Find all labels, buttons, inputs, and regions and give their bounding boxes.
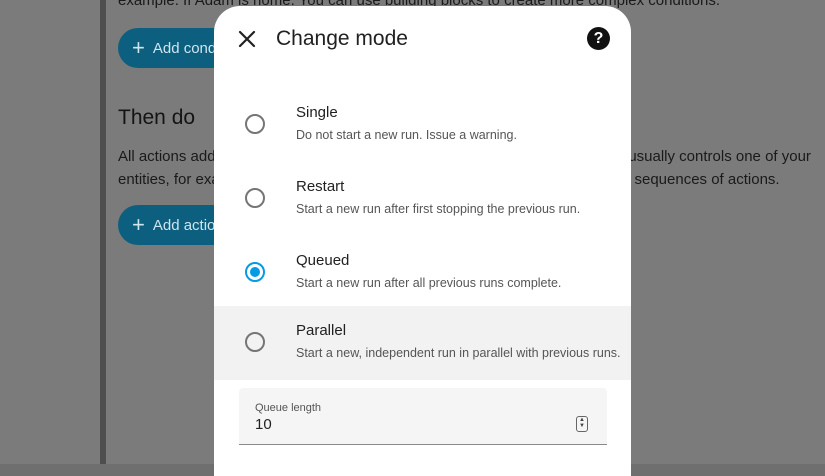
dialog-title: Change mode: [276, 27, 408, 50]
then-do-heading: Then do: [118, 106, 196, 129]
option-description: Start a new run after all previous runs …: [296, 276, 562, 290]
radio-queued[interactable]: [245, 262, 265, 282]
option-description: Do not start a new run. Issue a warning.: [296, 128, 517, 142]
dialog-header: Change mode ?: [214, 6, 631, 72]
close-button[interactable]: [234, 26, 260, 52]
radio-single[interactable]: [245, 114, 265, 134]
sidebar-divider: [100, 0, 106, 464]
option-label: Parallel: [296, 322, 347, 339]
option-label: Restart: [296, 178, 345, 195]
help-icon[interactable]: ?: [587, 27, 610, 50]
close-icon: [238, 30, 256, 48]
option-label: Queued: [296, 252, 350, 269]
option-description: Start a new, independent run in parallel…: [296, 346, 621, 360]
change-mode-dialog: Change mode ? Single Do not start a new …: [214, 6, 631, 476]
plus-icon: +: [132, 212, 145, 237]
option-label: Single: [296, 104, 338, 121]
stepper-icon[interactable]: ▲ ▼: [576, 416, 588, 432]
mode-option-single[interactable]: Single Do not start a new run. Issue a w…: [214, 88, 631, 162]
queue-length-field[interactable]: Queue length ▲▼: [239, 388, 607, 445]
plus-icon: +: [132, 35, 145, 60]
mode-option-queued[interactable]: Queued Start a new run after all previou…: [214, 236, 631, 310]
mode-option-parallel[interactable]: Parallel Start a new, independent run in…: [214, 306, 631, 380]
queue-length-input[interactable]: [255, 416, 555, 433]
radio-parallel[interactable]: [245, 332, 265, 352]
mode-option-restart[interactable]: Restart Start a new run after first stop…: [214, 162, 631, 236]
radio-restart[interactable]: [245, 188, 265, 208]
queue-length-label: Queue length: [255, 402, 322, 414]
option-description: Start a new run after first stopping the…: [296, 202, 581, 216]
